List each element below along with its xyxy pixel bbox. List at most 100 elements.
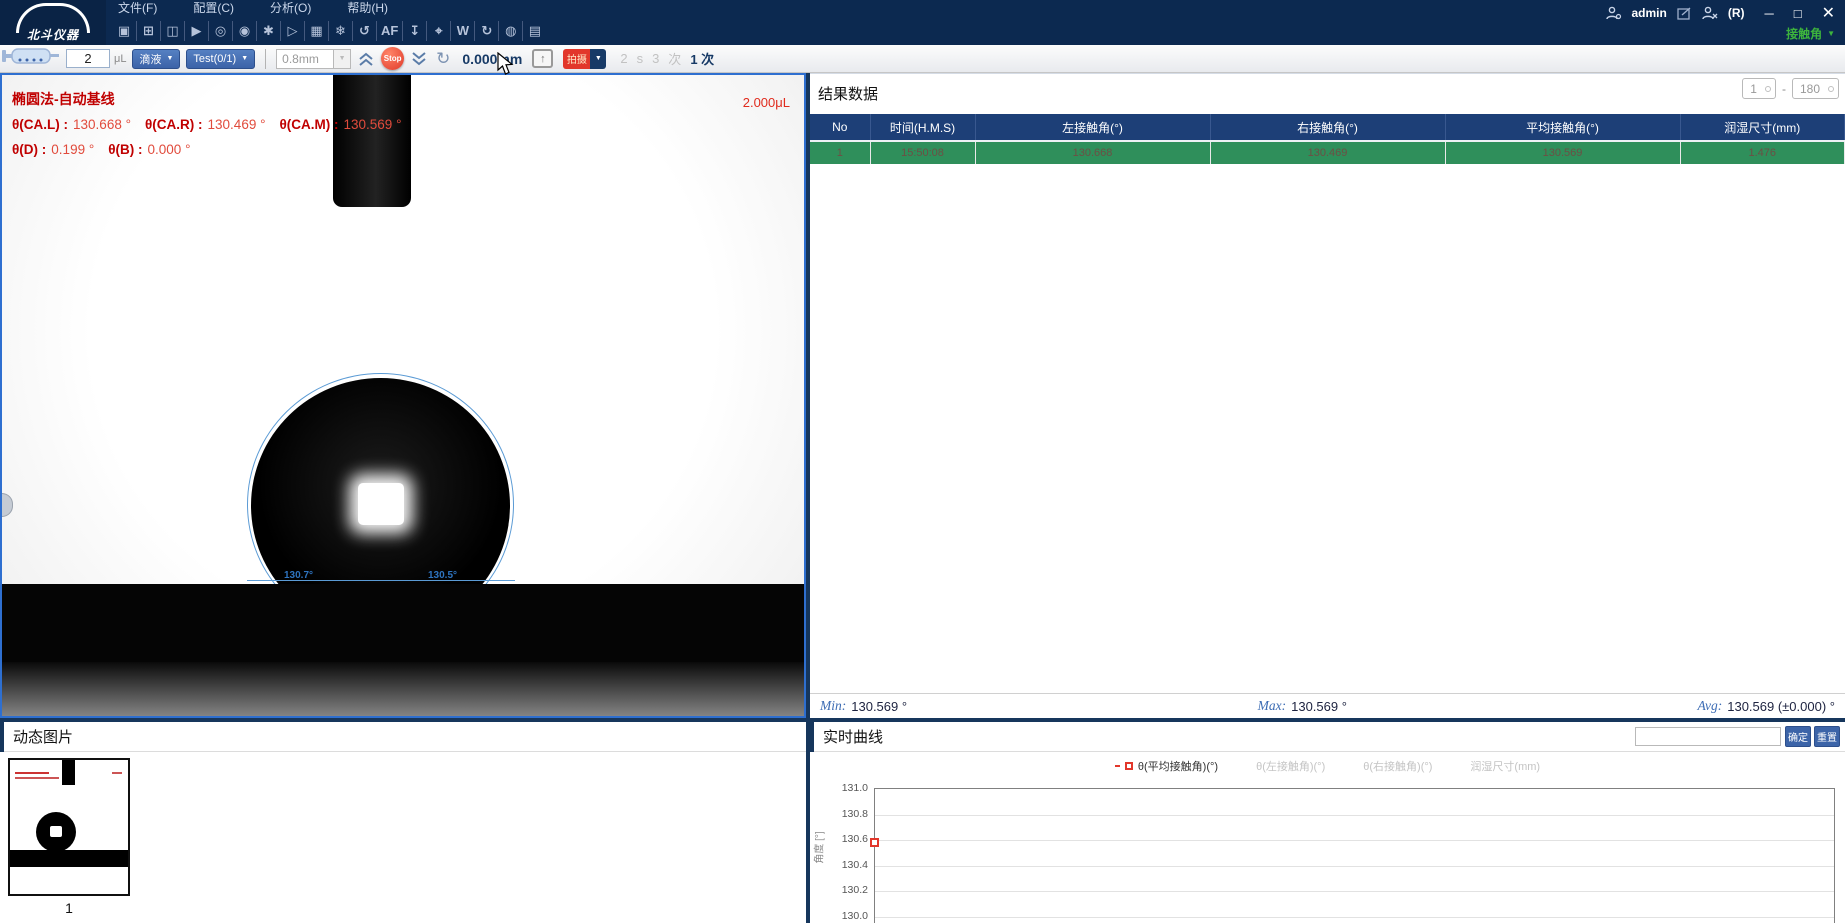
word-export-icon[interactable]: W [450,21,474,41]
page-separator: - [1782,82,1786,96]
ca-mean-label: θ(CA.M) : [279,117,338,132]
save-image-icon[interactable]: ⊞ [136,21,160,41]
mode-selector[interactable]: 接触角 ▼ [1786,25,1835,42]
ct-mode-icon[interactable]: ◎ [208,21,232,41]
legend-item-mean-angle[interactable]: θ(平均接触角)(°) [1115,758,1218,774]
app-logo: 北斗仪器 [0,0,106,45]
stage-up-button[interactable]: ↑ [532,49,553,68]
ca-left-value: 130.668 ° [73,117,131,132]
legend-label: 润湿尺寸(mm) [1470,758,1540,774]
chart-plot [874,788,1835,923]
spinner-icon[interactable] [1828,86,1834,92]
column-header-right-angle[interactable]: 右接触角(°) [1210,114,1445,141]
close-button[interactable]: ✕ [1822,3,1835,23]
reset-button[interactable]: 重置 [1814,726,1840,747]
gridline [875,840,1834,841]
stop-button[interactable]: Stop [381,47,404,70]
table-row[interactable]: 1 15:50:08 130.668 130.469 130.569 1.476 [810,141,1845,164]
chevron-down-icon: ▼ [334,49,351,69]
curve-filter-input[interactable] [1635,727,1781,746]
needle-size-dropdown[interactable]: 0.8mm ▼ [276,49,351,69]
test-dropdown[interactable]: Test(0/1) ▼ [186,49,255,69]
maximize-button[interactable]: □ [1794,6,1802,21]
page-end-input[interactable]: 180 [1792,78,1839,99]
frame-thumbnail[interactable] [8,758,130,896]
capture-split-button[interactable]: 拍摄 ▼ [563,49,606,69]
liquid-dropdown-label: 滴液 [139,51,161,67]
legend-label: θ(左接触角)(°) [1256,758,1325,774]
pagination: 1 - 180 [1742,78,1839,99]
remove-user-icon[interactable] [1702,6,1718,20]
avg-label: Avg: [1697,698,1722,714]
user-gear-icon[interactable] [1606,6,1622,20]
ara-mode-icon[interactable]: ◉ [232,21,256,41]
dynamic-images-header: 动态图片 [0,722,806,752]
dynamic-images-panel: 动态图片 1 [0,722,806,923]
move-up-button[interactable] [357,51,375,67]
cell-left-angle: 130.668 [975,141,1210,164]
legend-item-left-angle[interactable]: θ(左接触角)(°) [1256,758,1325,774]
max-value: 130.569 ° [1291,699,1347,714]
interval-seconds: 2 [620,51,627,66]
spinner-icon[interactable] [1765,86,1771,92]
edit-user-icon[interactable] [1677,7,1692,20]
frame-index: 1 [8,900,130,916]
reset-position-icon[interactable]: ↻ [436,49,450,69]
open-video-icon[interactable]: ◫ [160,21,184,41]
refresh-icon[interactable]: ↻ [474,21,498,41]
menu-help[interactable]: 帮助(H) [347,0,388,16]
minimize-button[interactable]: ─ [1765,6,1774,21]
stats-row: Min:130.569 ° Max:130.569 ° Avg:130.569 … [810,693,1845,718]
chart-legend: θ(平均接触角)(°) θ(左接触角)(°) θ(右接触角)(°) 润湿尺寸(m… [810,758,1845,774]
freeze-frame-icon[interactable]: ❄ [328,21,352,41]
play-icon[interactable]: ▶ [184,21,208,41]
open-image-icon[interactable]: ▣ [112,21,136,41]
settings-gear-icon[interactable]: ✱ [256,21,280,41]
legend-item-right-angle[interactable]: θ(右接触角)(°) [1363,758,1432,774]
dropper-icon[interactable]: ↧ [402,21,426,41]
theta-d-label: θ(D) : [12,142,46,157]
column-header-no[interactable]: No [810,114,870,141]
test-dropdown-label: Test(0/1) [193,53,236,65]
column-header-time[interactable]: 时间(H.M.S) [870,114,975,141]
camera-record-icon[interactable]: ▦ [304,21,328,41]
menu-file[interactable]: 文件(F) [118,0,157,16]
page-start-input[interactable]: 1 [1742,78,1776,99]
legend-item-wetting-size[interactable]: 润湿尺寸(mm) [1470,758,1540,774]
chevron-down-icon: ▼ [166,55,173,62]
cell-wetting-size: 1.476 [1680,141,1845,164]
report-icon[interactable]: ▤ [522,21,546,41]
theta-b-label: θ(B) : [108,142,142,157]
move-down-button[interactable] [410,51,428,67]
menu-bar: 文件(F) 配置(C) 分析(O) 帮助(H) [118,0,388,15]
liquid-dropdown[interactable]: 滴液 ▼ [132,49,180,69]
chevron-down-icon: ▼ [241,55,248,62]
chevron-down-icon[interactable]: ▼ [590,49,606,69]
y-tick: 131.0 [826,782,868,794]
baseline-left-angle: 130.7° [284,570,313,581]
pin-icon[interactable]: ⌖ [426,21,450,41]
contrast-circle-icon[interactable]: ◍ [498,21,522,41]
menu-analysis[interactable]: 分析(O) [270,0,311,16]
confirm-button[interactable]: 确定 [1785,726,1811,747]
y-tick: 130.0 [826,910,868,922]
autofocus-icon[interactable]: AF [376,21,402,41]
cell-time: 15:50:08 [870,141,975,164]
method-label: 椭圆法-自动基线 [12,89,401,109]
camera-view[interactable]: 130.7° 130.5° 椭圆法-自动基线 θ(CA.L) :130.668 … [0,73,806,718]
thumbnail-substrate [10,850,128,867]
cell-no: 1 [810,141,870,164]
column-header-wetting-size[interactable]: 润湿尺寸(mm) [1680,114,1845,141]
y-tick: 130.2 [826,884,868,896]
menu-config[interactable]: 配置(C) [193,0,234,16]
loop-icon[interactable]: ↺ [352,21,376,41]
capture-button-label[interactable]: 拍摄 [563,49,590,69]
title-bar: 北斗仪器 文件(F) 配置(C) 分析(O) 帮助(H) ▣ ⊞ ◫ ▶ ◎ ◉… [0,0,1845,45]
volume-input[interactable] [66,49,110,68]
column-header-left-angle[interactable]: 左接触角(°) [975,114,1210,141]
column-header-mean-angle[interactable]: 平均接触角(°) [1445,114,1680,141]
role-badge: (R) [1728,6,1745,20]
panel-splitter-handle[interactable] [2,493,13,517]
run-test-icon[interactable]: ▷ [280,21,304,41]
shot-count: 1 次 [690,49,714,68]
